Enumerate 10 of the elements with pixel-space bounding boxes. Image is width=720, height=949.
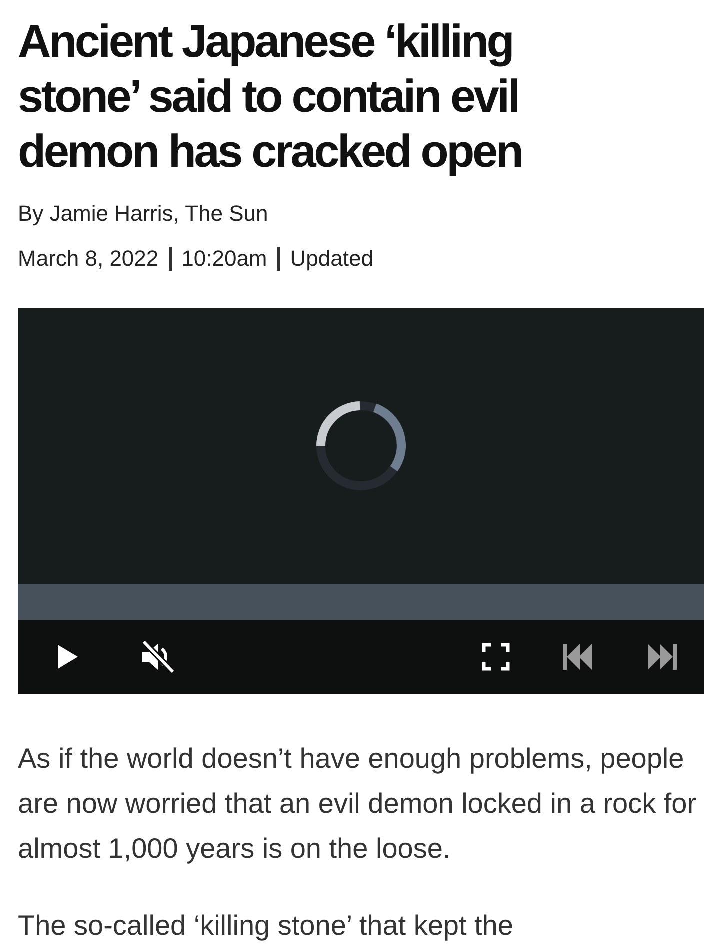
article-paragraph: The so-called ‘killing stone’ that kept the bbox=[18, 909, 514, 943]
article-paragraph: As if the world doesn’t have enough problems, people are now worried that an evil demon locked in a rock for almost 1,000 years is on the loose. bbox=[18, 742, 698, 866]
meta-text: Updated bbox=[290, 246, 374, 272]
meta-text: 10:20am bbox=[182, 246, 268, 272]
headline: Ancient Japanese ‘killing stone’ said to contain evil demon has cracked open bbox=[18, 14, 523, 179]
byline: By Jamie Harris, The Sun bbox=[18, 201, 270, 227]
meta-text: March 8, 2022 bbox=[18, 246, 159, 272]
play-button[interactable] bbox=[56, 644, 80, 670]
fullscreen-button[interactable] bbox=[482, 643, 510, 671]
mute-button[interactable] bbox=[140, 640, 176, 674]
